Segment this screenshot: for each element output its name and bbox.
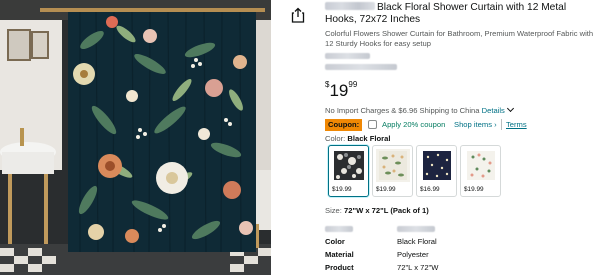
color-label: Color:	[325, 134, 346, 143]
shower-curtain-photo	[0, 0, 271, 275]
size-label: Size:	[325, 206, 342, 215]
price-fraction: 99	[348, 80, 358, 89]
swatch-thumbnail	[420, 149, 454, 182]
chevron-down-icon[interactable]	[506, 104, 514, 113]
swatch-thumbnail	[376, 149, 410, 182]
product-title[interactable]: Black Floral Shower Curtain with 12 Meta…	[325, 2, 597, 26]
color-selection-label: Color: Black Floral	[325, 134, 390, 143]
size-value: 72"W x 72"L (Pack of 1)	[344, 206, 429, 215]
color-swatch-3[interactable]: $16.99	[416, 145, 457, 197]
swatch-thumbnail	[464, 149, 498, 182]
shipping-info: No Import Charges & $6.96 Shipping to Ch…	[325, 104, 514, 115]
swatch-price: $19.99	[332, 186, 352, 193]
terms-link[interactable]: Terms	[506, 120, 527, 129]
blurred-spec-key	[325, 226, 353, 232]
apply-coupon-label[interactable]: Apply 20% coupon	[382, 120, 445, 129]
share-icon[interactable]	[291, 7, 305, 23]
swatch-thumbnail	[332, 149, 366, 182]
color-selected-value: Black Floral	[347, 134, 391, 143]
spec-key: Material	[325, 250, 354, 259]
shipping-details-link[interactable]: Details	[482, 106, 505, 115]
blurred-brand	[325, 2, 375, 10]
product-subtitle: Colorful Flowers Shower Curtain for Bath…	[325, 29, 594, 48]
blurred-store-link[interactable]	[325, 53, 370, 59]
coupon-checkbox[interactable]	[368, 120, 377, 129]
price-whole: 19	[329, 81, 349, 100]
shop-items-link[interactable]: Shop items ›	[454, 120, 497, 129]
color-swatch-2[interactable]: $19.99	[372, 145, 413, 197]
spec-value: Polyester	[397, 250, 429, 259]
shipping-text: No Import Charges & $6.96 Shipping to Ch…	[325, 106, 480, 115]
spec-row-product: Product 72"L x 72"W	[325, 263, 597, 275]
color-swatch-4[interactable]: $19.99	[460, 145, 501, 197]
swatch-price: $19.99	[376, 186, 396, 193]
product-main-image[interactable]	[0, 0, 271, 275]
spec-key: Color	[325, 237, 345, 246]
swatch-price: $16.99	[420, 186, 440, 193]
coupon-badge: Coupon:	[325, 119, 363, 131]
price: $1999	[325, 80, 357, 101]
spec-value: Black Floral	[397, 237, 437, 246]
swatch-price: $19.99	[464, 186, 484, 193]
spec-row-color: Color Black Floral	[325, 237, 597, 249]
size-selection: Size: 72"W x 72"L (Pack of 1)	[325, 206, 429, 215]
color-swatch-black-floral[interactable]: $19.99	[328, 145, 369, 197]
spec-key: Product	[325, 263, 354, 272]
divider	[501, 119, 502, 130]
spec-row-material: Material Polyester	[325, 250, 597, 262]
blurred-spec-value	[397, 226, 435, 232]
spec-value: 72"L x 72"W	[397, 263, 439, 272]
blurred-rating[interactable]	[325, 64, 397, 70]
